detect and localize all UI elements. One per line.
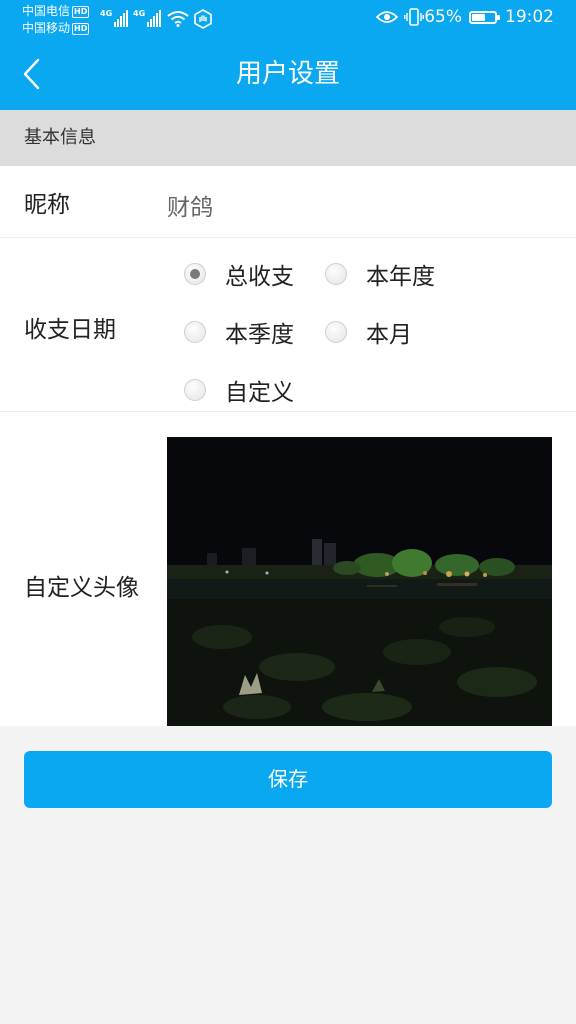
status-right: 65% 19:02 [376, 7, 554, 27]
status-bar: 中国电信 HD 中国移动 HD 4G 4G 65% 19:02 [0, 0, 576, 40]
radio-total[interactable]: 总收支 [184, 257, 294, 291]
radio-label: 本季度 [225, 322, 294, 348]
signal-icon: 4G [100, 9, 129, 27]
radio-this-quarter[interactable]: 本季度 [184, 315, 294, 349]
hd-badge: HD [72, 23, 90, 35]
radio-label: 自定义 [225, 380, 294, 406]
nickname-field[interactable]: 财鸽 [167, 188, 213, 222]
date-range-label: 收支日期 [24, 317, 116, 343]
save-button[interactable]: 保存 [24, 751, 552, 808]
signal-icon: 4G [133, 9, 162, 27]
nickname-row: 昵称 财鸽 [0, 166, 576, 238]
hand-icon [194, 9, 212, 29]
carrier-2: 中国移动 [22, 21, 71, 35]
section-header: 基本信息 [0, 110, 576, 166]
battery-icon [469, 10, 500, 24]
radio-label: 总收支 [225, 264, 294, 290]
hd-badge: HD [72, 6, 90, 18]
avatar-row: 自定义头像 [0, 412, 576, 726]
eye-comfort-icon [376, 11, 399, 23]
vibrate-icon [404, 8, 425, 26]
radio-circle[interactable] [184, 321, 206, 343]
clock: 19:02 [505, 7, 554, 27]
avatar-label: 自定义头像 [24, 575, 139, 601]
radio-this-month[interactable]: 本月 [325, 315, 412, 349]
radio-circle[interactable] [184, 263, 206, 285]
radio-label: 本年度 [366, 264, 435, 290]
date-range-row: 收支日期 总收支 本年度 本季度 本月 自定义 [0, 238, 576, 412]
settings-form: 昵称 财鸽 收支日期 总收支 本年度 本季度 本月 自定义 自定义头像 [0, 166, 576, 726]
radio-circle[interactable] [325, 263, 347, 285]
carrier-info: 中国电信 HD 中国移动 HD [22, 3, 90, 37]
wifi-icon [167, 11, 189, 27]
nickname-label: 昵称 [24, 192, 70, 218]
radio-circle[interactable] [184, 379, 206, 401]
avatar-image[interactable] [167, 437, 552, 726]
radio-label: 本月 [366, 322, 412, 348]
night-lake-photo [167, 437, 552, 726]
radio-custom[interactable]: 自定义 [184, 373, 294, 407]
page-title: 用户设置 [235, 59, 340, 89]
radio-circle[interactable] [325, 321, 347, 343]
network-type: 4G [133, 9, 146, 18]
top-navbar: 用户设置 [0, 40, 576, 110]
radio-this-year[interactable]: 本年度 [325, 257, 435, 291]
network-type: 4G [100, 9, 113, 18]
carrier-1: 中国电信 [22, 4, 71, 18]
battery-percent: 65% [424, 7, 462, 27]
